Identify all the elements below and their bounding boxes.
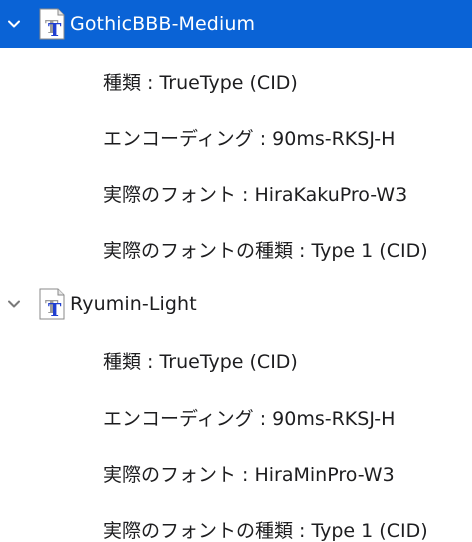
font-detail-actual-font-type: 実際のフォントの種類 : Type 1 (CID) (103, 239, 428, 262)
font-row-ryumin-light[interactable]: T T Ryumin-Light (0, 280, 472, 328)
font-detail-type: 種類 : TrueType (CID) (103, 71, 298, 94)
font-detail-actual-font: 実際のフォント : HiraMinPro-W3 (103, 463, 395, 486)
font-row-gothicbbb-medium[interactable]: T T GothicBBB-Medium (0, 0, 472, 48)
font-tree: T T GothicBBB-Medium 種類 : TrueType (CID)… (0, 0, 472, 542)
font-detail-type: 種類 : TrueType (CID) (103, 350, 298, 373)
font-detail-actual-font: 実際のフォント : HiraKakuPro-W3 (103, 183, 408, 206)
font-name: GothicBBB-Medium (70, 13, 256, 35)
svg-text:T: T (48, 20, 62, 40)
truetype-font-file-icon: T T (37, 288, 67, 320)
font-detail-encoding: エンコーディング : 90ms-RKSJ-H (103, 407, 396, 430)
chevron-down-icon[interactable] (0, 280, 28, 328)
truetype-font-file-icon: T T (37, 8, 67, 40)
font-name: Ryumin-Light (70, 293, 197, 315)
font-detail-actual-font-type: 実際のフォントの種類 : Type 1 (CID) (103, 519, 428, 542)
svg-text:T: T (48, 300, 62, 320)
font-detail-encoding: エンコーディング : 90ms-RKSJ-H (103, 127, 396, 150)
chevron-down-icon[interactable] (0, 0, 28, 48)
